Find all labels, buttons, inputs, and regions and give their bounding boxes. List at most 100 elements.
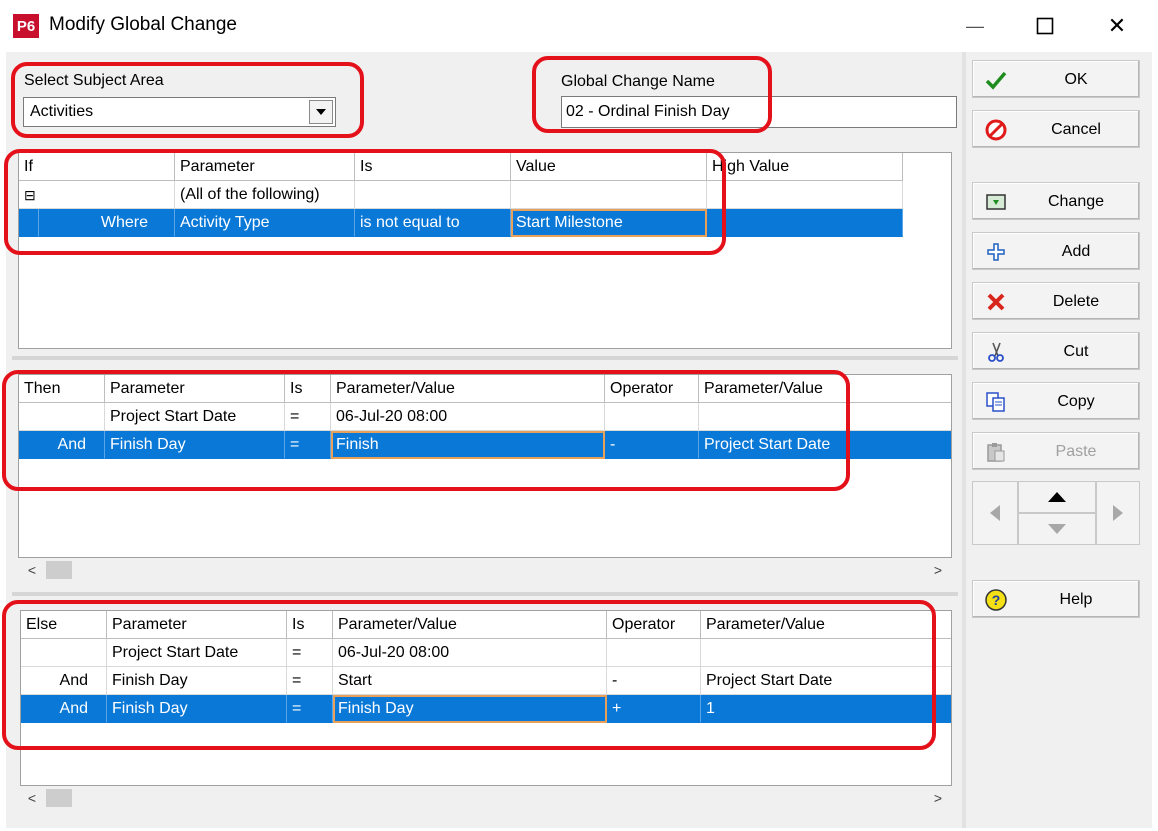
is-cell[interactable]: = (287, 667, 333, 695)
operator-header[interactable]: Operator (607, 611, 701, 639)
parameter-cell[interactable]: Project Start Date (105, 403, 285, 431)
parameter-value-cell[interactable]: Finish Day (333, 695, 607, 723)
if-header[interactable]: If (19, 153, 175, 181)
collapse-icon[interactable]: ⊟ (19, 181, 175, 209)
high-value-cell[interactable] (707, 181, 903, 209)
move-down-button[interactable] (1018, 513, 1096, 545)
copy-button[interactable]: Copy (972, 382, 1140, 420)
if-grid[interactable]: If Parameter Is Value High Value ⊟ (All … (18, 152, 952, 349)
parameter-cell[interactable]: Finish Day (107, 695, 287, 723)
table-row[interactable]: And Finish Day = Start - Project Start D… (21, 667, 951, 695)
scroll-right-icon[interactable]: > (926, 558, 950, 582)
then-horizontal-scrollbar[interactable]: < > (18, 558, 952, 582)
table-row[interactable]: Project Start Date = 06-Jul-20 08:00 (21, 639, 951, 667)
value-cell[interactable]: Start Milestone (511, 209, 707, 237)
operator-cell[interactable] (605, 403, 699, 431)
move-left-button[interactable] (972, 481, 1018, 545)
parameter-value-header[interactable]: Parameter/Value (331, 375, 605, 403)
parameter-cell[interactable]: Project Start Date (107, 639, 287, 667)
parameter-value-cell[interactable]: Finish (331, 431, 605, 459)
parameter-value-2-cell[interactable] (701, 639, 951, 667)
else-cell[interactable] (21, 639, 107, 667)
high-value-cell[interactable] (707, 209, 903, 237)
parameter-cell[interactable]: Finish Day (105, 431, 285, 459)
splitter[interactable] (12, 356, 958, 360)
parameter-header[interactable]: Parameter (105, 375, 285, 403)
then-cell[interactable]: And (19, 431, 105, 459)
help-button[interactable]: ? Help (972, 580, 1140, 618)
else-header[interactable]: Else (21, 611, 107, 639)
parameter-header[interactable]: Parameter (107, 611, 287, 639)
table-row-selected[interactable]: Where Activity Type is not equal to Star… (19, 209, 903, 237)
scroll-left-icon[interactable]: < (20, 786, 44, 810)
else-grid[interactable]: Else Parameter Is Parameter/Value Operat… (20, 610, 952, 786)
minimize-button[interactable]: — (940, 0, 1010, 52)
add-button[interactable]: Add (972, 232, 1140, 270)
parameter-cell[interactable]: (All of the following) (175, 181, 355, 209)
parameter-value-2-cell[interactable]: Project Start Date (699, 431, 951, 459)
then-header[interactable]: Then (19, 375, 105, 403)
parameter-value-2-cell[interactable]: Project Start Date (701, 667, 951, 695)
table-row[interactable]: ⊟ (All of the following) (19, 181, 903, 209)
table-row[interactable]: Project Start Date = 06-Jul-20 08:00 (19, 403, 951, 431)
where-cell[interactable]: Where (39, 209, 175, 237)
is-cell[interactable]: = (285, 431, 331, 459)
is-header[interactable]: Is (287, 611, 333, 639)
parameter-cell[interactable]: Activity Type (175, 209, 355, 237)
else-cell[interactable]: And (21, 695, 107, 723)
is-cell[interactable]: is not equal to (355, 209, 511, 237)
move-right-button[interactable] (1096, 481, 1140, 545)
operator-header[interactable]: Operator (605, 375, 699, 403)
is-cell[interactable] (355, 181, 511, 209)
title-bar[interactable]: P6 Modify Global Change — ✕ (0, 0, 1158, 52)
scroll-thumb[interactable] (46, 561, 72, 579)
cancel-label: Cancel (1051, 121, 1101, 138)
parameter-value-2-cell[interactable] (699, 403, 951, 431)
operator-cell[interactable] (607, 639, 701, 667)
change-button[interactable]: Change (972, 182, 1140, 220)
value-header[interactable]: Value (511, 153, 707, 181)
maximize-button[interactable] (1010, 0, 1080, 52)
else-cell[interactable]: And (21, 667, 107, 695)
is-cell[interactable]: = (285, 403, 331, 431)
high-value-header[interactable]: High Value (707, 153, 903, 181)
global-change-name-input[interactable]: 02 - Ordinal Finish Day (561, 96, 957, 128)
is-cell[interactable]: = (287, 695, 333, 723)
is-cell[interactable]: = (287, 639, 333, 667)
parameter-value-cell[interactable]: Start (333, 667, 607, 695)
parameter-cell[interactable]: Finish Day (107, 667, 287, 695)
operator-cell[interactable]: + (607, 695, 701, 723)
is-header[interactable]: Is (285, 375, 331, 403)
then-cell[interactable] (19, 403, 105, 431)
move-up-button[interactable] (1018, 481, 1096, 513)
ok-button[interactable]: OK (972, 60, 1140, 98)
dropdown-button[interactable] (309, 100, 333, 124)
operator-cell[interactable]: - (607, 667, 701, 695)
operator-cell[interactable]: - (605, 431, 699, 459)
scroll-right-icon[interactable]: > (926, 786, 950, 810)
subject-area-select[interactable]: Activities (23, 97, 336, 127)
parameter-value-header[interactable]: Parameter/Value (333, 611, 607, 639)
delete-button[interactable]: Delete (972, 282, 1140, 320)
then-grid[interactable]: Then Parameter Is Parameter/Value Operat… (18, 374, 952, 558)
cut-button[interactable]: Cut (972, 332, 1140, 370)
parameter-value-cell[interactable]: 06-Jul-20 08:00 (333, 639, 607, 667)
table-row-selected[interactable]: And Finish Day = Finish - Project Start … (19, 431, 951, 459)
close-button[interactable]: ✕ (1082, 0, 1152, 52)
value-cell[interactable] (511, 181, 707, 209)
else-horizontal-scrollbar[interactable]: < > (20, 786, 952, 810)
paste-button[interactable]: Paste (972, 432, 1140, 470)
cancel-button[interactable]: Cancel (972, 110, 1140, 148)
parameter-value-2-cell[interactable]: 1 (701, 695, 951, 723)
parameter-value-cell[interactable]: 06-Jul-20 08:00 (331, 403, 605, 431)
table-row-selected[interactable]: And Finish Day = Finish Day + 1 (21, 695, 951, 723)
splitter[interactable] (12, 592, 958, 596)
scroll-left-icon[interactable]: < (20, 558, 44, 582)
paste-label: Paste (1055, 443, 1097, 460)
is-header[interactable]: Is (355, 153, 511, 181)
scroll-thumb[interactable] (46, 789, 72, 807)
parameter-value-2-header[interactable]: Parameter/Value (699, 375, 951, 403)
delete-x-icon (985, 291, 1007, 313)
parameter-value-2-header[interactable]: Parameter/Value (701, 611, 951, 639)
parameter-header[interactable]: Parameter (175, 153, 355, 181)
